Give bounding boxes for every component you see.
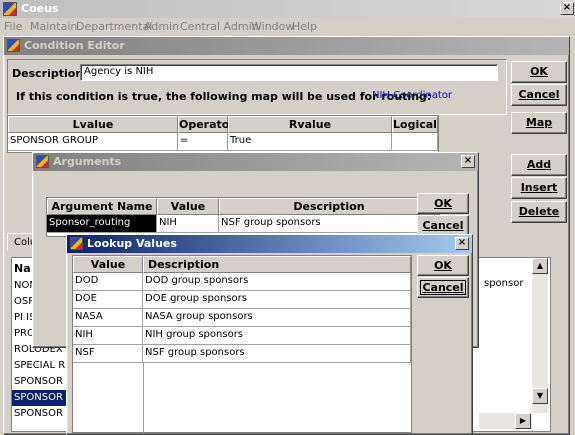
condition-table: Lvalue Operator Rvalue Logical SPONSOR G… — [7, 115, 439, 153]
col-lookup-value[interactable]: Value — [73, 256, 143, 273]
menu-help[interactable]: Help — [292, 20, 317, 33]
app-titlebar: Coeus × — [0, 0, 575, 18]
menu-admin[interactable]: Admin — [144, 20, 179, 33]
routing-text: If this condition is true, the following… — [16, 90, 432, 103]
menu-file[interactable]: File — [4, 20, 22, 33]
arguments-titlebar: Arguments × — [33, 153, 478, 171]
col-lvalue[interactable]: Lvalue — [8, 116, 178, 133]
col-logical[interactable]: Logical — [392, 116, 438, 133]
cell-argument-description[interactable]: NSF group sponsors — [219, 215, 439, 233]
col-description[interactable]: Description — [219, 198, 439, 215]
lookup-ok-button[interactable]: OK — [417, 255, 469, 276]
lookup-description-cell[interactable]: DOD group sponsors — [143, 273, 411, 291]
cell-argument-name[interactable]: Sponsor_routing — [47, 215, 157, 233]
lookup-value-cell[interactable]: NSF — [73, 345, 143, 363]
scroll-right-icon[interactable]: ▶ — [515, 413, 531, 429]
add-button[interactable]: Add — [511, 154, 567, 176]
cell-logical[interactable] — [392, 133, 438, 151]
arguments-ok-button[interactable]: OK — [417, 193, 469, 214]
coeus-app-icon — [3, 2, 17, 16]
list-item-selected[interactable]: SPONSOR ( — [12, 390, 72, 406]
arguments-close-icon[interactable]: × — [461, 155, 475, 168]
condition-editor-titlebar: Condition Editor — [4, 37, 569, 55]
scroll-down-icon[interactable]: ▼ — [532, 388, 548, 404]
col-argument-name[interactable]: Argument Name — [47, 198, 157, 215]
list-item[interactable]: SPECIAL RE — [12, 358, 72, 374]
menu-departmental[interactable]: Departmental — [76, 20, 152, 33]
list-item[interactable]: SPONSOR ( — [12, 374, 72, 390]
lookup-values-dialog: Lookup Values × Value Description DOD DO… — [66, 234, 473, 435]
description-label: Description: — [12, 67, 88, 80]
menu-window[interactable]: Window — [251, 20, 294, 33]
col-lookup-description[interactable]: Description — [143, 256, 411, 273]
arguments-title: Arguments — [53, 155, 122, 168]
lookup-description-cell[interactable]: NASA group sponsors — [143, 309, 411, 327]
lookup-value-cell[interactable]: DOE — [73, 291, 143, 309]
window-icon — [7, 39, 20, 52]
lookup-table: Value Description DOD DOD group sponsors… — [72, 255, 412, 433]
lookup-title: Lookup Values — [87, 237, 177, 250]
lookup-cancel-button[interactable]: Cancel — [417, 277, 469, 298]
condition-editor-title: Condition Editor — [24, 39, 125, 52]
insert-button[interactable]: Insert — [511, 177, 567, 199]
ok-button[interactable]: OK — [511, 61, 567, 83]
lookup-description-cell[interactable]: NSF group sponsors — [143, 345, 411, 363]
right-list-text: sponsor — [484, 278, 524, 289]
window-icon — [36, 155, 49, 168]
delete-button[interactable]: Delete — [511, 201, 567, 223]
col-operator[interactable]: Operator — [178, 116, 235, 133]
lookup-value-cell[interactable]: NIH — [73, 327, 143, 345]
cancel-button[interactable]: Cancel — [511, 84, 567, 106]
scroll-up-icon[interactable]: ▲ — [532, 258, 548, 274]
map-button[interactable]: Map — [511, 112, 567, 134]
col-rvalue[interactable]: Rvalue — [228, 116, 392, 133]
menu-central-admin[interactable]: Central Admin — [180, 20, 259, 33]
description-input[interactable]: Agency is NIH — [80, 64, 498, 81]
list-item[interactable]: SPONSOR T — [12, 406, 72, 422]
window-icon — [70, 237, 83, 250]
app-title: Coeus — [21, 2, 59, 15]
col-value[interactable]: Value — [157, 198, 219, 215]
menu-bar: File Maintain Departmental Admin Central… — [0, 18, 575, 36]
description-value: Agency is NIH — [84, 66, 154, 77]
menu-maintain[interactable]: Maintain — [30, 20, 77, 33]
lookup-value-cell[interactable]: NASA — [73, 309, 143, 327]
cell-argument-value[interactable]: NIH — [157, 215, 219, 233]
lookup-titlebar: Lookup Values × — [67, 235, 472, 253]
lookup-description-cell[interactable]: DOE group sponsors — [143, 291, 411, 309]
lookup-value-cell[interactable]: DOD — [73, 273, 143, 291]
lookup-description-cell[interactable]: NIH group sponsors — [143, 327, 411, 345]
cell-operator[interactable]: = — [178, 133, 228, 151]
cell-rvalue[interactable]: True — [228, 133, 392, 151]
arguments-cancel-button[interactable]: Cancel — [417, 215, 469, 236]
column-divider — [143, 363, 144, 433]
list-header: Na — [14, 262, 31, 275]
app-close-icon[interactable]: × — [560, 2, 574, 15]
arguments-table: Argument Name Value Description Sponsor_… — [46, 197, 440, 237]
map-name[interactable]: NIH Coordinator — [372, 90, 452, 101]
lookup-close-icon[interactable]: × — [455, 237, 469, 250]
cell-lvalue[interactable]: SPONSOR GROUP — [8, 133, 178, 151]
